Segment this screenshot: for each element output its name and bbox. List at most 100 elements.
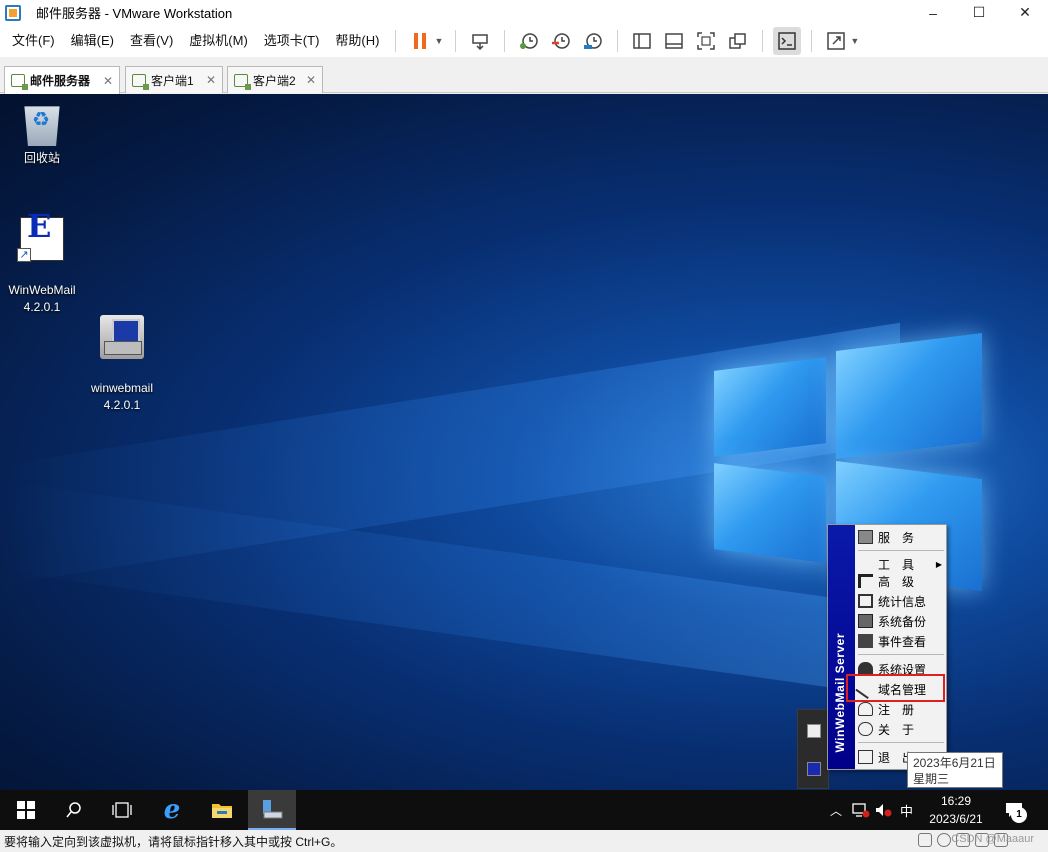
- chevron-down-icon[interactable]: ▼: [850, 36, 859, 46]
- logo-pane: [714, 463, 826, 563]
- menu-separator: [858, 550, 944, 551]
- thumbnail-view-icon[interactable]: [660, 27, 688, 55]
- task-view-button[interactable]: [98, 790, 146, 830]
- close-icon[interactable]: ✕: [206, 73, 216, 87]
- watermark: CSDN @Maaaur: [951, 833, 1034, 845]
- menu-item-label: 关 于: [878, 722, 915, 737]
- menu-view[interactable]: 查看(V): [122, 25, 181, 57]
- speech-bubble-icon: [858, 722, 873, 736]
- tooltip-weekday: 星期三: [913, 772, 950, 786]
- toolbar-separator: [811, 30, 813, 52]
- search-icon: [66, 802, 81, 818]
- close-button[interactable]: ✕: [1002, 0, 1048, 25]
- tray-overflow-flyout: [797, 709, 829, 789]
- fullscreen-icon[interactable]: [692, 27, 720, 55]
- tab-client-2[interactable]: 客户端2 ✕: [227, 66, 323, 93]
- menu-edit[interactable]: 编辑(E): [63, 25, 122, 57]
- shortcut-arrow-icon: ↗: [17, 248, 31, 262]
- menu-item-advanced[interactable]: 高 级: [858, 571, 944, 591]
- event-viewer-icon: [858, 634, 873, 648]
- vmware-app-icon: [5, 4, 21, 21]
- date-tooltip: 2023年6月21日 星期三: [907, 752, 1003, 788]
- vm-tab-strip: 邮件服务器 ✕ 客户端1 ✕ 客户端2 ✕: [0, 60, 1048, 94]
- menu-item-label: 高 级: [878, 574, 915, 589]
- status-text: 要将输入定向到该虚拟机，请将鼠标指针移入其中或按 Ctrl+G。: [4, 834, 343, 849]
- toolbar-separator: [504, 30, 506, 52]
- tab-mail-server[interactable]: 邮件服务器 ✕: [4, 66, 120, 94]
- highlight-box: [846, 674, 945, 702]
- toolbar-separator: [395, 30, 397, 52]
- desktop-icon-recycle-bin[interactable]: 回收站: [0, 102, 84, 167]
- menu-item-label: 统计信息: [878, 594, 927, 609]
- network-icon[interactable]: [852, 802, 870, 818]
- menu-toolbar: 文件(F) 编辑(E) 查看(V) 虚拟机(M) 选项卡(T) 帮助(H) ▼ …: [0, 25, 1048, 57]
- context-menu-sidebar: WinWebMail Server: [828, 525, 855, 769]
- logo-pane: [714, 357, 826, 457]
- close-icon[interactable]: ✕: [103, 74, 113, 88]
- window-title: 邮件服务器 - VMware Workstation: [36, 6, 233, 21]
- winwebmail-tray-icon[interactable]: [807, 762, 821, 776]
- ime-indicator[interactable]: 中: [900, 801, 913, 820]
- chevron-down-icon[interactable]: ▼: [434, 36, 443, 46]
- logo-pane: [836, 333, 982, 459]
- pause-icon[interactable]: [406, 27, 434, 55]
- console-view-icon[interactable]: [773, 27, 802, 55]
- menu-item-event-viewer[interactable]: 事件查看: [858, 631, 944, 651]
- menu-vm[interactable]: 虚拟机(M): [181, 25, 256, 57]
- start-button[interactable]: [2, 790, 50, 830]
- service-icon: [858, 530, 873, 544]
- close-icon[interactable]: ✕: [306, 73, 316, 87]
- vm-icon: [132, 73, 149, 90]
- windows-taskbar: e ︿ 中 16:29 2023/6/21 1: [0, 790, 1048, 830]
- installer-icon: [100, 315, 144, 359]
- usb-tray-icon[interactable]: [807, 724, 821, 738]
- tooltip-date: 2023年6月21日: [913, 756, 996, 770]
- menu-file[interactable]: 文件(F): [0, 25, 63, 57]
- context-menu-brand: WinWebMail Server: [833, 633, 847, 753]
- maximize-button[interactable]: ☐: [956, 0, 1002, 25]
- desktop-icon-label: WinWebMail 4.2.0.1: [8, 283, 76, 314]
- menu-tabs[interactable]: 选项卡(T): [256, 25, 328, 57]
- menu-item-about[interactable]: 关 于: [858, 719, 944, 739]
- menu-help[interactable]: 帮助(H): [327, 25, 387, 57]
- menu-item-statistics[interactable]: 统计信息: [858, 591, 944, 611]
- statistics-icon: [858, 594, 873, 608]
- menu-item-register[interactable]: 注 册: [858, 699, 944, 719]
- task-view-icon: [112, 802, 132, 818]
- toolbar-separator: [762, 30, 764, 52]
- title-bar: 邮件服务器 - VMware Workstation – ☐ ✕: [0, 0, 1048, 25]
- minimize-button[interactable]: –: [910, 0, 956, 25]
- desktop-icon-winwebmail[interactable]: ↗ WinWebMail 4.2.0.1: [0, 200, 84, 333]
- stretch-icon[interactable]: [822, 27, 850, 55]
- clock-date: 2023/6/21: [929, 812, 983, 826]
- taskbar-file-explorer[interactable]: [198, 790, 246, 830]
- snapshot-manager-icon[interactable]: [579, 27, 607, 55]
- hard-disk-icon[interactable]: [918, 833, 932, 847]
- bell-icon: [858, 702, 873, 716]
- desktop-icon-label: 回收站: [23, 151, 60, 165]
- send-keys-icon[interactable]: [466, 27, 494, 55]
- cd-drive-icon[interactable]: [937, 833, 951, 847]
- taskbar-edge[interactable]: e: [148, 790, 196, 830]
- desktop-icon-winwebmail-setup[interactable]: winwebmail 4.2.0.1: [80, 298, 164, 431]
- menu-item-service[interactable]: 服 务: [858, 527, 944, 547]
- unity-icon[interactable]: [724, 27, 752, 55]
- snapshot-icon[interactable]: [515, 27, 543, 55]
- exit-icon: [858, 750, 873, 764]
- library-view-icon[interactable]: [628, 27, 656, 55]
- taskbar-winwebmail[interactable]: [248, 790, 296, 830]
- taskbar-clock[interactable]: 16:29 2023/6/21: [920, 792, 992, 828]
- search-button[interactable]: [50, 790, 98, 830]
- volume-muted-icon[interactable]: [874, 802, 892, 818]
- revert-snapshot-icon[interactable]: [547, 27, 575, 55]
- tab-client-1[interactable]: 客户端1 ✕: [125, 66, 223, 93]
- chevron-up-icon[interactable]: ︿: [830, 802, 842, 819]
- desktop-icon-label: winwebmail 4.2.0.1: [90, 381, 154, 412]
- tools-icon: [858, 557, 873, 571]
- tab-label: 客户端2: [253, 73, 296, 88]
- edge-icon: e: [163, 795, 181, 825]
- menu-item-backup[interactable]: 系统备份: [858, 611, 944, 631]
- menu-separator: [858, 654, 944, 655]
- submenu-arrow-icon: ▶: [935, 559, 942, 569]
- winwebmail-icon: ↗: [17, 217, 64, 262]
